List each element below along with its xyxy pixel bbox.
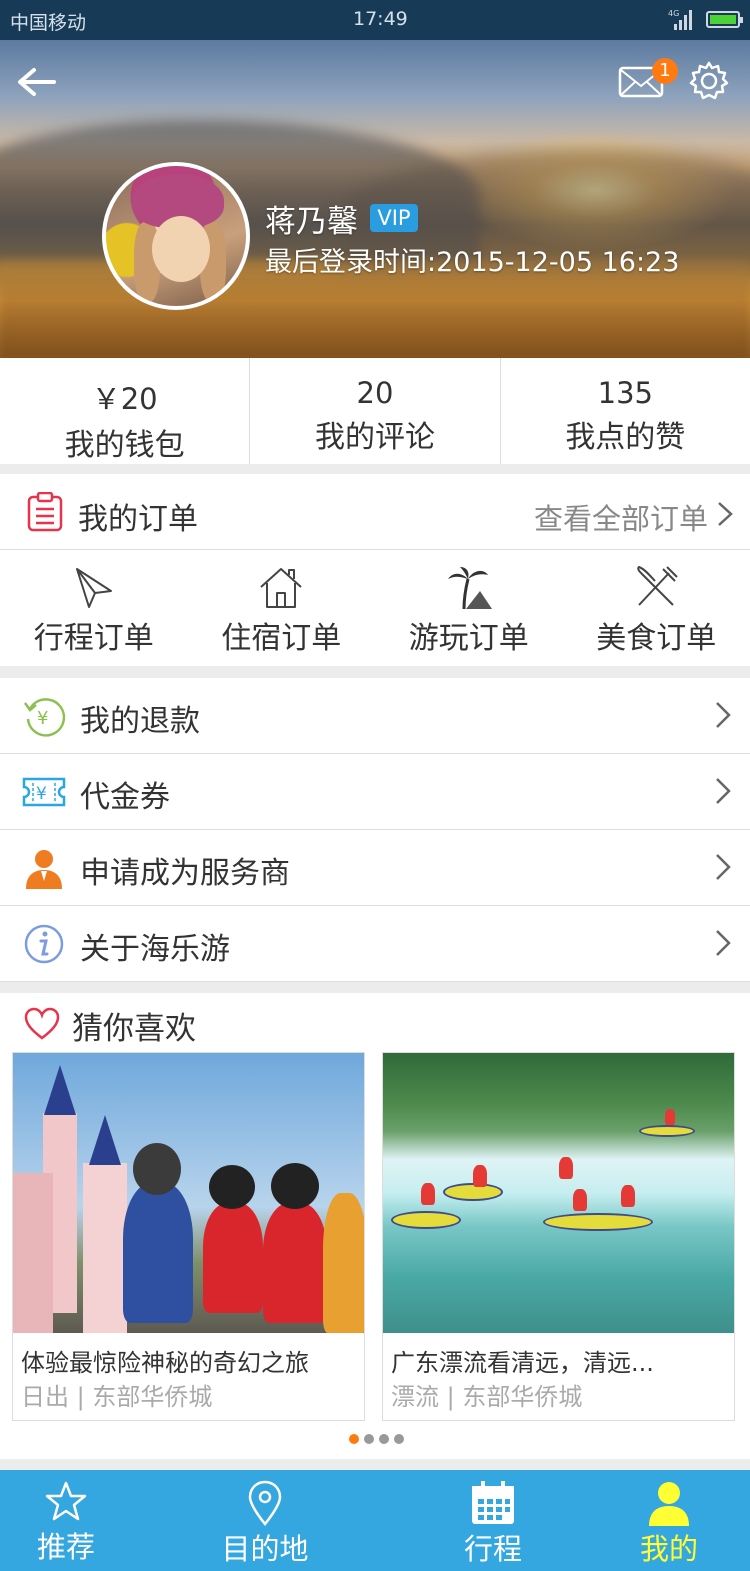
menu-item-about[interactable]: 关于海乐游	[0, 906, 750, 982]
recommendations-section: 猜你喜欢 体验最惊险神秘的奇幻之旅 日出 | 东部华侨城 广东漂流看清远，清远.…	[0, 993, 750, 1459]
fork-knife-icon	[637, 565, 678, 606]
tab-recommend[interactable]: 推荐	[0, 1470, 132, 1571]
menu-item-refund[interactable]: ¥ 我的退款	[0, 678, 750, 754]
svg-text:¥: ¥	[36, 784, 47, 804]
palm-tree-icon	[447, 567, 492, 610]
carousel-dot[interactable]	[364, 1434, 374, 1444]
clock: 17:49	[353, 8, 408, 30]
refund-icon: ¥	[23, 698, 66, 737]
castle-photo	[13, 1053, 364, 1333]
carrier-name: 中国移动	[10, 12, 87, 34]
carousel-dot[interactable]	[379, 1434, 389, 1444]
avatar[interactable]	[102, 162, 250, 310]
menu-item-voucher[interactable]: ¥ 代金券	[0, 754, 750, 830]
chevron-right-icon	[716, 930, 731, 956]
service-provider-icon	[26, 850, 62, 889]
menu-item-label: 代金券	[80, 780, 170, 815]
calendar-icon	[472, 1481, 514, 1524]
recommendation-card[interactable]: 体验最惊险神秘的奇幻之旅 日出 | 东部华侨城	[12, 1052, 365, 1421]
likes-label: 我点的赞	[565, 420, 686, 455]
tab-label: 我的	[639, 1532, 698, 1566]
food-orders-button[interactable]: 美食订单	[563, 551, 750, 666]
orders-card: 我的订单 查看全部订单 行程订单 住宿订单 游玩订单 美食订单	[0, 474, 750, 666]
recommendation-title: 体验最惊险神秘的奇幻之旅	[21, 1349, 309, 1377]
unread-badge: 1	[652, 58, 678, 84]
menu-item-service-provider[interactable]: 申请成为服务商	[0, 830, 750, 906]
chevron-right-icon	[718, 502, 733, 526]
tab-label: 推荐	[36, 1530, 95, 1564]
svg-text:4G: 4G	[668, 9, 679, 18]
svg-text:¥: ¥	[37, 708, 48, 729]
comments-value: 20	[356, 376, 394, 410]
menu-item-label: 申请成为服务商	[80, 856, 290, 891]
gear-icon[interactable]	[688, 60, 730, 102]
last-login-time: 最后登录时间:2015-12-05 16:23	[265, 247, 680, 278]
trip-orders-label: 行程订单	[33, 621, 154, 656]
bottom-tab-bar: 推荐 目的地 行程 我的	[0, 1470, 750, 1571]
play-orders-label: 游玩订单	[408, 621, 529, 656]
rafting-photo	[383, 1053, 734, 1333]
paper-plane-icon	[75, 568, 112, 608]
menu-list: ¥ 我的退款 ¥ 代金券 申请成为服务商 关于海乐游	[0, 678, 750, 982]
stats-row: ￥20 我的钱包 20 我的评论 135 我点的赞	[0, 358, 750, 464]
wallet-stat[interactable]: ￥20 我的钱包	[0, 358, 251, 464]
comments-stat[interactable]: 20 我的评论	[250, 358, 501, 464]
recommendation-title: 广东漂流看清远，清远...	[391, 1349, 654, 1377]
signal-icon: 4G	[668, 9, 692, 30]
star-icon	[45, 1481, 87, 1521]
lodging-orders-label: 住宿订单	[221, 621, 342, 656]
battery-icon	[706, 11, 743, 28]
orders-header[interactable]: 我的订单 查看全部订单	[0, 474, 750, 550]
trip-orders-button[interactable]: 行程订单	[0, 551, 188, 666]
likes-value: 135	[597, 376, 653, 410]
back-arrow-icon[interactable]	[14, 62, 58, 102]
view-all-orders-link[interactable]: 查看全部订单	[534, 496, 708, 538]
likes-stat[interactable]: 135 我点的赞	[501, 358, 750, 464]
recommendation-subtitle: 日出 | 东部华侨城	[21, 1383, 213, 1411]
chevron-right-icon	[716, 778, 731, 804]
person-icon	[649, 1482, 689, 1526]
play-orders-button[interactable]: 游玩订单	[375, 551, 563, 666]
clipboard-icon	[27, 492, 63, 532]
carousel-dot[interactable]	[394, 1434, 404, 1444]
food-orders-label: 美食订单	[596, 621, 717, 656]
wallet-label: 我的钱包	[64, 428, 185, 463]
recommendation-subtitle: 漂流 | 东部华侨城	[391, 1383, 583, 1411]
info-icon	[24, 924, 64, 964]
tab-label: 目的地	[221, 1532, 309, 1566]
chevron-right-icon	[716, 854, 731, 880]
lodging-orders-button[interactable]: 住宿订单	[188, 551, 376, 666]
vip-badge: VIP	[370, 204, 418, 232]
recommendations-title: 猜你喜欢	[72, 1011, 196, 1047]
menu-item-label: 关于海乐游	[80, 932, 230, 967]
tab-destination[interactable]: 目的地	[132, 1470, 398, 1571]
heart-icon	[24, 1007, 60, 1040]
orders-title: 我的订单	[78, 502, 198, 537]
carousel-indicator	[349, 1434, 404, 1444]
tab-label: 行程	[463, 1532, 522, 1566]
comments-label: 我的评论	[314, 420, 435, 455]
status-bar: 中国移动 17:49 4G	[0, 0, 750, 40]
tab-me[interactable]: 我的	[588, 1470, 750, 1571]
chevron-right-icon	[716, 702, 731, 728]
user-name: 蒋乃馨	[265, 204, 358, 240]
house-icon	[260, 568, 302, 608]
tab-itinerary[interactable]: 行程	[398, 1470, 588, 1571]
location-pin-icon	[248, 1480, 282, 1526]
recommendation-card[interactable]: 广东漂流看清远，清远... 漂流 | 东部华侨城	[382, 1052, 735, 1421]
order-types: 行程订单 住宿订单 游玩订单 美食订单	[0, 551, 750, 666]
carousel-dot[interactable]	[349, 1434, 359, 1444]
voucher-icon: ¥	[22, 777, 66, 807]
wallet-value: ￥20	[91, 382, 158, 416]
menu-item-label: 我的退款	[80, 704, 200, 739]
